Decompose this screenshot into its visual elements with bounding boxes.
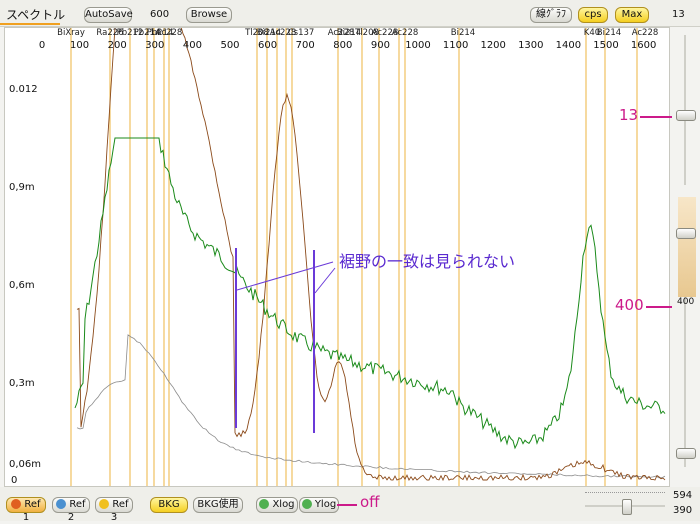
- line-graph-button[interactable]: 線ｸﾞﾗﾌ: [530, 7, 572, 23]
- xlog-label: Xlog: [272, 499, 295, 510]
- x-tick-label: 100: [70, 40, 90, 51]
- ref3-radio-icon: [99, 499, 110, 509]
- bottom-toolbar: Ref 1 Ref 2 Ref 3 BKG BKG使用 Xlog Ylog of…: [0, 487, 700, 523]
- x-tick-label: 800: [333, 40, 353, 51]
- x-tick-label: 1000: [405, 40, 431, 51]
- annotation-text: 裾野の一致は見られない: [339, 252, 516, 271]
- annotation-400: 400: [615, 296, 644, 314]
- x-tick-label: 1400: [555, 40, 582, 51]
- off-annotation: off: [360, 493, 380, 511]
- annotation-400-line: [646, 306, 672, 308]
- x-tick-label: 0: [38, 40, 46, 51]
- background-spectrum-curve: [76, 334, 666, 479]
- y-label-006m: 0,06m: [9, 459, 42, 470]
- ref2-radio-icon: [56, 499, 67, 509]
- ylog-label: Ylog: [314, 499, 337, 510]
- off-annotation-line: [337, 504, 357, 506]
- y-label-06m: 0,6m: [9, 280, 35, 291]
- xlog-button[interactable]: Xlog: [256, 497, 298, 513]
- x-tick-label: 700: [295, 40, 315, 51]
- value-400: 400: [677, 297, 695, 307]
- spectrum-plot[interactable]: 0.012 0,9m 0,6m 0,3m 0,06m 0 0 100 200 300 4…: [4, 27, 670, 487]
- top-toolbar: スペクトル AutoSave 600 Browse 線ｸﾞﾗﾌ cps Max …: [0, 0, 700, 27]
- right-scale-panel: 400: [670, 27, 700, 485]
- x-tick-label: 1200: [480, 40, 506, 51]
- x-tick-label: 500: [220, 40, 240, 51]
- ref1-button[interactable]: Ref 1: [6, 497, 46, 523]
- isotope-label: BiXray: [57, 28, 85, 38]
- bkg-button[interactable]: BKG: [150, 497, 188, 513]
- x-tick-label: 300: [145, 40, 165, 51]
- value-390: 390: [673, 505, 693, 516]
- top-right-value: 13: [672, 9, 685, 20]
- annotation-13: 13: [619, 106, 639, 124]
- cps-button[interactable]: cps: [578, 7, 608, 23]
- isotope-label: Bi214: [596, 28, 622, 38]
- x-tick-label: 1500: [593, 40, 619, 51]
- bottom-slider-thumb[interactable]: [622, 499, 632, 515]
- isotope-label: Cs137: [287, 28, 315, 38]
- bkg-use-button[interactable]: BKG使用: [193, 497, 243, 513]
- y-label-zero: 0: [11, 475, 18, 486]
- spectrum-chart: [70, 28, 666, 486]
- isotope-label: Bi214: [450, 28, 476, 38]
- x-tick-label: 200: [107, 40, 127, 51]
- ylog-radio-icon: [301, 499, 312, 509]
- x-tick-label: 400: [182, 40, 202, 51]
- x-tick-label: 1100: [442, 40, 469, 51]
- ref3-button[interactable]: Ref 3: [95, 497, 133, 523]
- ref3-label: Ref 3: [110, 499, 129, 523]
- xlog-radio-icon: [259, 499, 270, 509]
- isotope-label: Ac228: [391, 28, 419, 38]
- y-label-0012: 0.012: [9, 84, 38, 95]
- title-underline: [0, 23, 60, 25]
- x-tick-label: 1300: [518, 40, 544, 51]
- annotation-pointer-right: [314, 267, 336, 294]
- y-label-09m: 0,9m: [9, 182, 35, 193]
- ref2-label: Ref 2: [67, 499, 86, 523]
- slider-highlight: [678, 197, 696, 297]
- middle-slider-thumb[interactable]: [676, 228, 696, 239]
- ylog-button[interactable]: Ylog: [299, 497, 339, 513]
- ref1-radio-icon: [11, 499, 22, 509]
- ref2-button[interactable]: Ref 2: [52, 497, 90, 523]
- lower-slider-thumb[interactable]: [676, 448, 696, 459]
- annotation-13-line: [640, 116, 672, 118]
- max-button[interactable]: Max: [615, 7, 649, 23]
- x-tick-label: 1600: [630, 40, 657, 51]
- upper-slider-thumb[interactable]: [676, 110, 696, 121]
- bottom-ruler: [585, 492, 665, 494]
- isotope-label: Pb214: [146, 28, 174, 38]
- lower-slider-track[interactable]: [684, 297, 686, 467]
- autosave-value: 600: [150, 9, 170, 20]
- y-label-03m: 0,3m: [9, 378, 35, 389]
- x-tick-label: 600: [258, 40, 278, 51]
- annotation-pointer-left: [236, 261, 334, 291]
- ref1-label: Ref 1: [22, 499, 41, 523]
- x-tick-label: 900: [370, 40, 390, 51]
- spectrum-title: スペクトル: [6, 8, 66, 22]
- browse-button[interactable]: Browse: [186, 7, 232, 23]
- autosave-button[interactable]: AutoSave: [84, 7, 133, 23]
- value-594: 594: [673, 490, 693, 501]
- isotope-label: Ac228: [631, 28, 659, 38]
